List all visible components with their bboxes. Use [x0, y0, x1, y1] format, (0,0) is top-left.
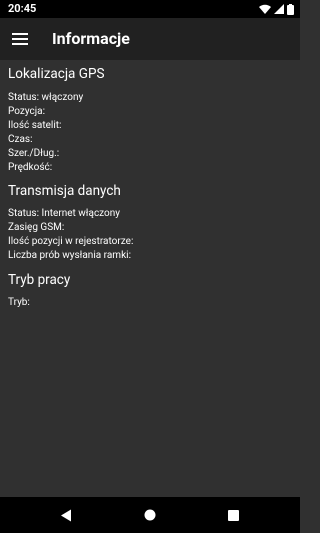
logger-positions-count: Ilość pozycji w rejestratorze: — [8, 236, 134, 247]
nav-home-button[interactable] — [141, 506, 159, 524]
section-title-transmission: Transmisja danych — [8, 183, 121, 199]
nav-recents-button[interactable] — [224, 506, 242, 524]
home-icon — [144, 509, 156, 521]
info-content: Lokalizacja GPS Status: włączony Pozycja… — [0, 60, 300, 497]
back-icon — [61, 509, 71, 521]
cell-signal-icon — [274, 4, 284, 14]
status-bar: 20:45 — [0, 0, 300, 18]
page-title: Informacje — [52, 29, 130, 48]
transmission-status: Status: Internet włączony — [8, 208, 121, 219]
gps-position: Pozycja: — [8, 106, 45, 117]
gps-lat-lon: Szer./Dług.: — [8, 148, 60, 159]
nav-back-button[interactable] — [57, 506, 75, 524]
frame-send-attempts: Liczba prób wysłania ramki: — [8, 250, 132, 261]
status-icons — [259, 3, 294, 15]
wifi-icon — [259, 4, 271, 14]
status-time: 20:45 — [8, 2, 37, 15]
navigation-bar — [0, 497, 300, 533]
app-bar: Informacje — [0, 18, 300, 60]
recents-icon — [227, 509, 239, 521]
gps-time: Czas: — [8, 134, 33, 145]
battery-icon — [287, 3, 294, 15]
gps-speed: Prędkość: — [8, 162, 53, 173]
gsm-range: Zasięg GSM: — [8, 222, 65, 233]
section-title-gps: Lokalizacja GPS — [8, 66, 105, 82]
gps-satellites: Ilość satelit: — [8, 120, 62, 131]
mode-value: Tryb: — [8, 297, 30, 308]
gps-status: Status: włączony — [8, 92, 84, 103]
menu-icon[interactable] — [12, 31, 28, 47]
section-title-mode: Tryb pracy — [8, 272, 71, 288]
